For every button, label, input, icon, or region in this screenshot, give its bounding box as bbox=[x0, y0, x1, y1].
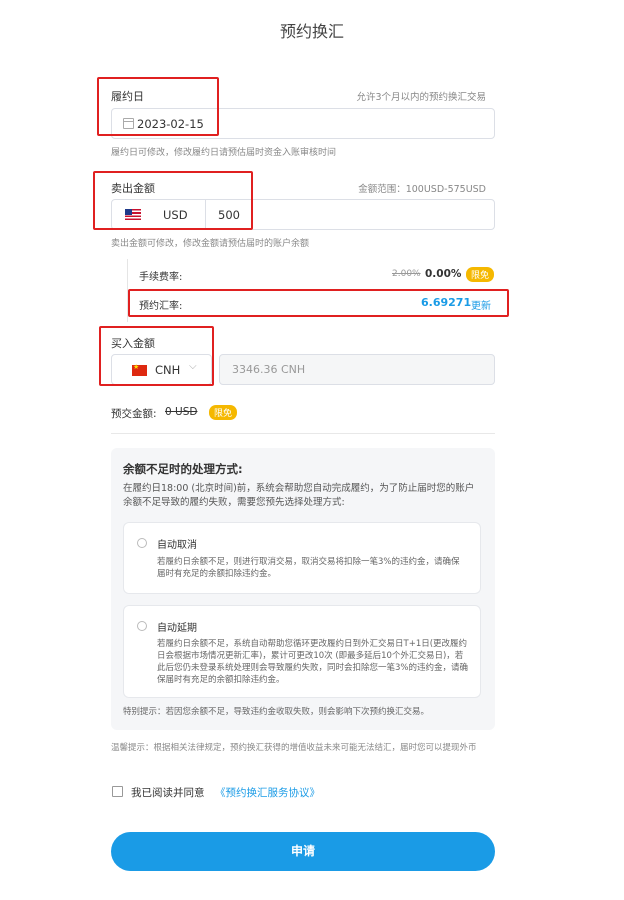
auto-cancel-title: 自动取消 bbox=[157, 540, 197, 551]
highlight-box-buy bbox=[99, 326, 214, 386]
auto-cancel-radio[interactable] bbox=[137, 538, 147, 548]
deposit-value: 0 USD bbox=[165, 406, 198, 418]
fee-rate-label: 手续费率: bbox=[139, 272, 183, 283]
special-note: 特别提示：若因您余额不足，导致违约金收取失败，则会影响下次预约换汇交易。 bbox=[123, 707, 430, 717]
agreement-checkbox[interactable] bbox=[112, 786, 123, 797]
highlight-box-rate bbox=[128, 289, 509, 317]
auto-extend-desc: 若履约日余额不足，系统自动帮助您循环更改履约日到外汇交易日T+1日(更改履约日会… bbox=[157, 639, 468, 685]
fee-free-badge: 限免 bbox=[466, 267, 495, 282]
option-auto-extend[interactable]: 自动延期 若履约日余额不足，系统自动帮助您循环更改履约日到外汇交易日T+1日(更… bbox=[123, 605, 481, 698]
auto-cancel-desc: 若履约日余额不足，则进行取消交易，取消交易将扣除一笔3%的违约金，请确保届时有充… bbox=[157, 557, 460, 579]
buy-amount-value: 3346.36 CNH bbox=[232, 363, 306, 376]
auto-extend-radio[interactable] bbox=[137, 621, 147, 631]
insufficient-desc: 在履约日18:00 (北京时间)前，系统会帮助您自动完成履约，为了防止届时您的账… bbox=[123, 483, 475, 508]
warm-tip: 温馨提示：根据相关法律规定，预约换汇获得的增值收益未来可能无法结汇，届时您可以提… bbox=[111, 743, 477, 753]
agreement-text: 我已阅读并同意 bbox=[131, 787, 205, 799]
highlight-box-settlement bbox=[97, 77, 219, 136]
deposit-free-badge: 限免 bbox=[209, 405, 238, 420]
buy-amount-input: 3346.36 CNH bbox=[219, 354, 495, 385]
insufficient-balance-panel: 余额不足时的处理方式: 在履约日18:00 (北京时间)前，系统会帮助您自动完成… bbox=[111, 448, 495, 730]
sell-amount-hint: 金额范围：100USD-575USD bbox=[358, 184, 486, 195]
fee-original-rate: 2.00% bbox=[392, 269, 421, 279]
page-title: 预约换汇 bbox=[279, 22, 344, 41]
fee-rate-value: 0.00% bbox=[425, 268, 462, 280]
settlement-date-hint: 允许3个月以内的预约换汇交易 bbox=[356, 92, 486, 103]
submit-button[interactable]: 申请 bbox=[111, 832, 495, 871]
divider bbox=[111, 433, 495, 434]
insufficient-title: 余额不足时的处理方式: bbox=[123, 462, 243, 476]
settlement-date-helper: 履约日可修改，修改履约日请预估届时资金入账审核时间 bbox=[111, 148, 337, 158]
deposit-label: 预交金额: bbox=[111, 408, 157, 420]
agreement-link[interactable]: 《预约换汇服务协议》 bbox=[215, 785, 320, 800]
auto-extend-title: 自动延期 bbox=[157, 623, 197, 634]
option-auto-cancel[interactable]: 自动取消 若履约日余额不足，则进行取消交易，取消交易将扣除一笔3%的违约金，请确… bbox=[123, 522, 481, 594]
sell-amount-helper: 卖出金额可修改，修改金额请预估届时的账户余额 bbox=[111, 239, 310, 249]
highlight-box-sell bbox=[93, 171, 253, 230]
